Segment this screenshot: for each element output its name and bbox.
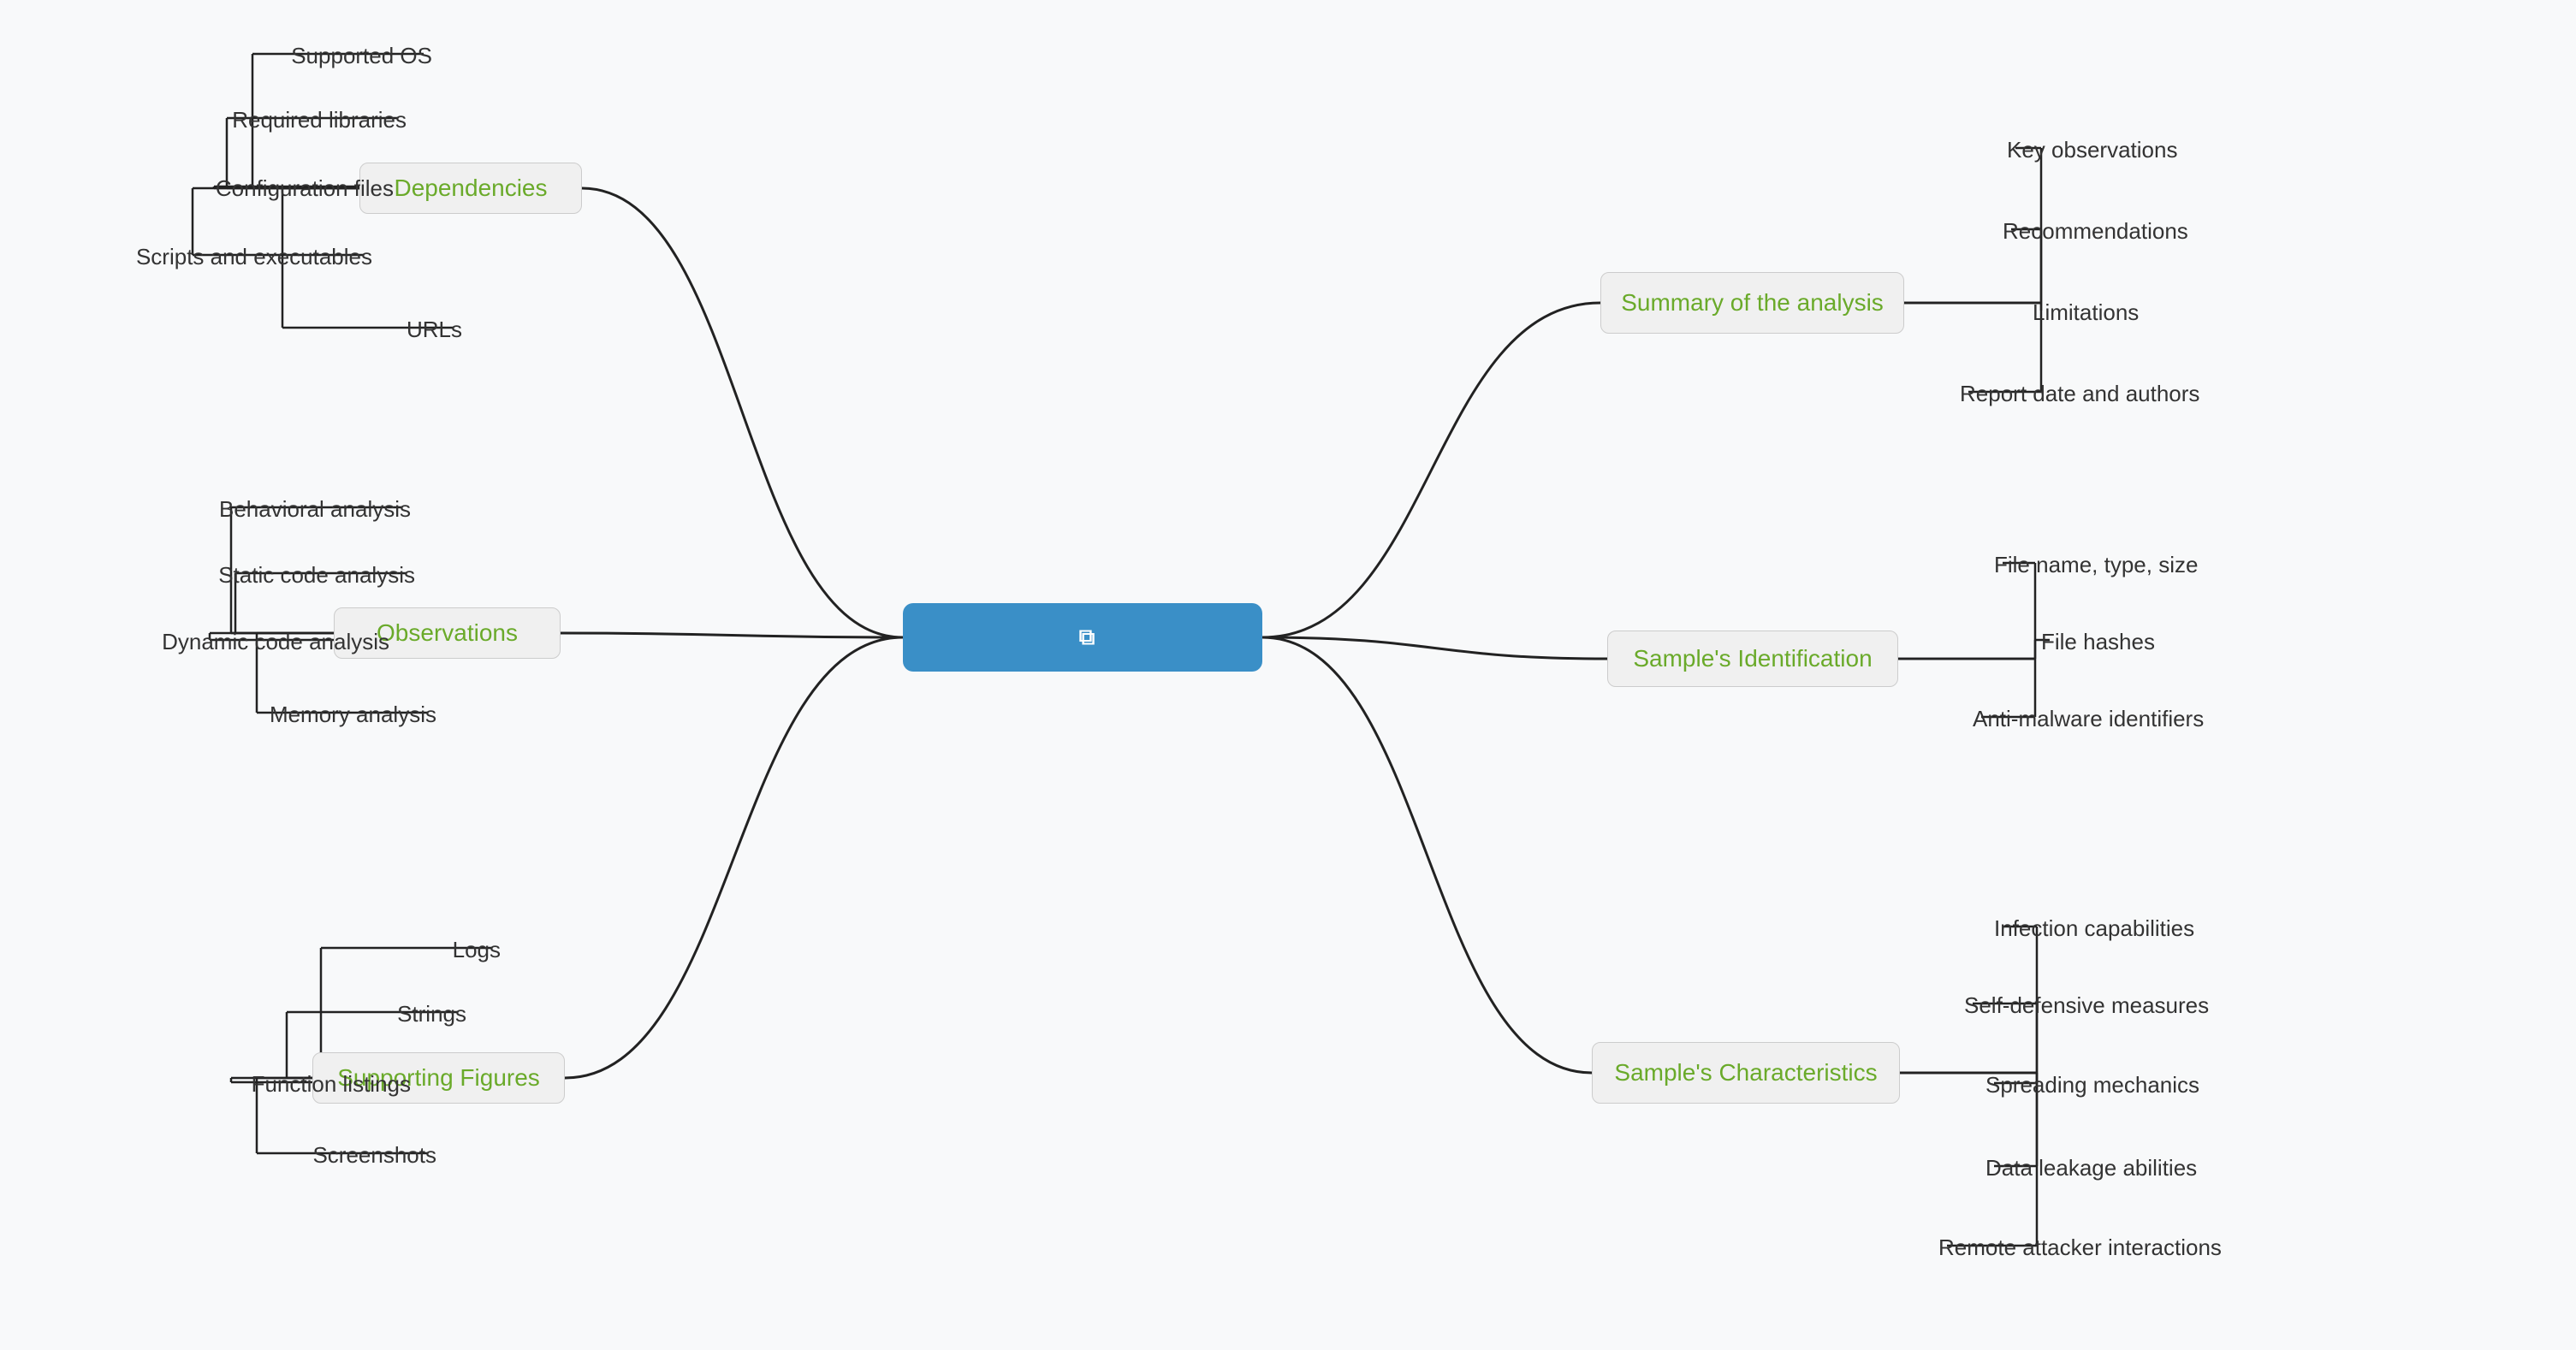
branch-node-summary[interactable]: Summary of the analysis [1600, 272, 1904, 334]
leaf-node: Anti-malware identifiers [1973, 702, 2341, 736]
leaf-node: Required libraries [39, 103, 407, 137]
leaf-node: Data leakage abilities [1985, 1151, 2353, 1185]
leaf-node: Scripts and executables [4, 240, 372, 274]
leaf-node: Supported OS [64, 38, 432, 73]
mindmap-container: ⧉ DependenciesSupported OSRequired libra… [0, 0, 2576, 1350]
branch-node-characteristics[interactable]: Sample's Characteristics [1592, 1042, 1900, 1104]
leaf-node: Function listings [43, 1067, 411, 1101]
center-node[interactable]: ⧉ [903, 603, 1262, 672]
leaf-node: Self-defensive measures [1964, 988, 2332, 1022]
leaf-node: Logs [133, 933, 501, 967]
leaf-node: File hashes [2041, 625, 2409, 659]
leaf-node: Report date and authors [1960, 376, 2328, 411]
leaf-node: Infection capabilities [1994, 911, 2362, 945]
leaf-node: Limitations [2033, 295, 2401, 329]
leaf-node: Behavioral analysis [43, 492, 411, 526]
external-link-icon: ⧉ [1079, 624, 1095, 651]
leaf-node: Screenshots [68, 1138, 436, 1172]
leaf-node: Strings [98, 997, 466, 1031]
leaf-node: URLs [94, 312, 462, 346]
leaf-node: Dynamic code analysis [21, 625, 389, 659]
branch-node-identification[interactable]: Sample's Identification [1607, 631, 1898, 687]
leaf-node: Remote attacker interactions [1938, 1230, 2306, 1264]
leaf-node: Configuration files [26, 171, 394, 205]
leaf-node: Key observations [2007, 133, 2375, 167]
leaf-node: Static code analysis [47, 558, 415, 592]
leaf-node: File name, type, size [1994, 548, 2362, 582]
leaf-node: Memory analysis [68, 697, 436, 731]
leaf-node: Spreading mechanics [1985, 1068, 2353, 1102]
leaf-node: Recommendations [2003, 214, 2371, 248]
